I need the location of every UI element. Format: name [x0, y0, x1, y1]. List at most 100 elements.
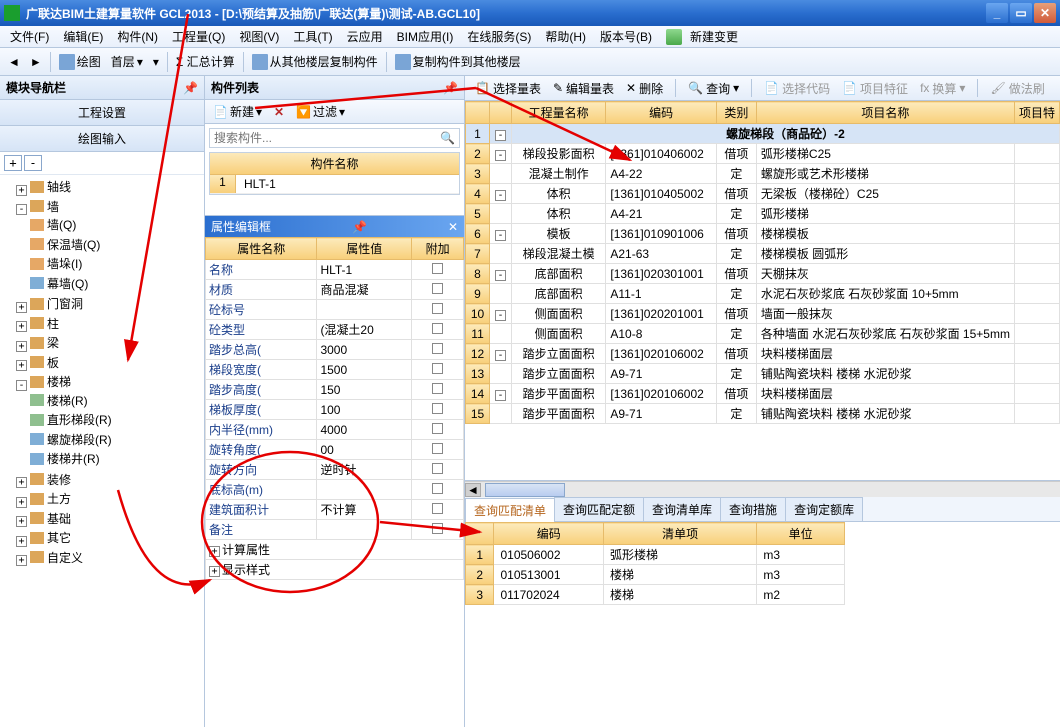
prop-extra-check[interactable]: [412, 380, 464, 400]
prop-value[interactable]: 00: [317, 440, 412, 460]
quantity-row[interactable]: 5体积A4-21定弧形楼梯: [466, 204, 1060, 224]
tree-toggle[interactable]: +: [16, 516, 27, 527]
prop-extra-check[interactable]: [412, 280, 464, 300]
search-box[interactable]: 🔍: [209, 128, 460, 148]
property-row[interactable]: 备注: [206, 520, 464, 540]
quantity-row[interactable]: 6-模板[1361]010901006借项楼梯模板: [466, 224, 1060, 244]
prop-value[interactable]: 3000: [317, 340, 412, 360]
menu-quantity[interactable]: 工程量(Q): [166, 26, 231, 47]
row-toggle[interactable]: [490, 244, 512, 264]
tree-column[interactable]: 柱: [30, 315, 59, 332]
prop-extra-check[interactable]: [412, 480, 464, 500]
row-toggle[interactable]: -: [490, 264, 512, 284]
row-toggle[interactable]: -: [490, 344, 512, 364]
prop-extra-check[interactable]: [412, 500, 464, 520]
prop-extra-check[interactable]: [412, 520, 464, 540]
property-row[interactable]: 踏步总高(3000: [206, 340, 464, 360]
menu-online[interactable]: 在线服务(S): [461, 26, 537, 47]
tree-toggle[interactable]: +: [16, 360, 27, 371]
tree-deco[interactable]: 装修: [30, 471, 71, 488]
row-toggle[interactable]: -: [490, 144, 512, 164]
quantity-row[interactable]: 3混凝土制作A4-22定螺旋形或艺术形楼梯: [466, 164, 1060, 184]
quantity-row[interactable]: 9底部面积A11-1定水泥石灰砂浆底 石灰砂浆面 10+5mm: [466, 284, 1060, 304]
prop-value[interactable]: 4000: [317, 420, 412, 440]
property-row[interactable]: 建筑面积计不计算: [206, 500, 464, 520]
match-row[interactable]: 1010506002弧形楼梯m3: [466, 545, 845, 565]
tree-custom[interactable]: 自定义: [30, 549, 83, 566]
property-row[interactable]: 底标高(m): [206, 480, 464, 500]
quantity-row[interactable]: 14-踏步平面面积[1361]020106002借项块料楼梯面层: [466, 384, 1060, 404]
prop-extra-check[interactable]: [412, 340, 464, 360]
menu-view[interactable]: 视图(V): [233, 26, 285, 47]
method-brush-button[interactable]: 🖌做法刷: [986, 80, 1048, 97]
prop-value[interactable]: [317, 480, 412, 500]
tree-slab[interactable]: 板: [30, 354, 59, 371]
calc-prop-label[interactable]: 计算属性: [222, 543, 270, 557]
menu-file[interactable]: 文件(F): [4, 26, 55, 47]
match-row[interactable]: 2010513001楼梯m3: [466, 565, 845, 585]
tree-well[interactable]: 楼梯井(R): [30, 450, 100, 467]
match-row[interactable]: 3011702024楼梯m2: [466, 585, 845, 605]
tree-axis[interactable]: 轴线: [30, 178, 71, 195]
menu-bim[interactable]: BIM应用(I): [391, 26, 460, 47]
quantity-row[interactable]: 10-侧面面积[1361]020201001借项墙面一般抹灰: [466, 304, 1060, 324]
property-row[interactable]: 旋转方向逆时针: [206, 460, 464, 480]
pin-icon[interactable]: 📌: [352, 220, 367, 234]
component-name[interactable]: HLT-1: [236, 175, 459, 193]
property-row[interactable]: 踏步高度(150: [206, 380, 464, 400]
tree-wall[interactable]: 墙: [30, 198, 59, 215]
edit-table-button[interactable]: ✎编辑量表: [549, 80, 618, 97]
toolbar-nav-prev[interactable]: ◄: [4, 53, 24, 71]
row-toggle[interactable]: [490, 364, 512, 384]
quantity-row[interactable]: 12-踏步立面面积[1361]020106002借项块料楼梯面层: [466, 344, 1060, 364]
menu-new-change[interactable]: 新建变更: [660, 26, 750, 48]
pin-icon[interactable]: 📌: [443, 81, 458, 95]
scroll-left-button[interactable]: ◄: [465, 483, 481, 497]
prop-extra-check[interactable]: [412, 460, 464, 480]
prop-extra-check[interactable]: [412, 300, 464, 320]
property-row[interactable]: 砼类型(混凝土20: [206, 320, 464, 340]
row-toggle[interactable]: [490, 164, 512, 184]
tree-beam[interactable]: 梁: [30, 334, 59, 351]
prop-value[interactable]: 逆时针: [317, 460, 412, 480]
row-toggle[interactable]: [490, 324, 512, 344]
property-row[interactable]: 材质商品混凝: [206, 280, 464, 300]
scroll-thumb[interactable]: [485, 483, 565, 497]
close-button[interactable]: ✕: [1034, 3, 1056, 23]
collapse-all-button[interactable]: -: [24, 155, 42, 171]
tree-toggle[interactable]: +: [16, 536, 27, 547]
prop-extra-check[interactable]: [412, 400, 464, 420]
property-row[interactable]: 梯板厚度(100: [206, 400, 464, 420]
quantity-row[interactable]: 8-底部面积[1361]020301001借项天棚抹灰: [466, 264, 1060, 284]
search-input[interactable]: [214, 131, 440, 145]
tree-toggle[interactable]: -: [16, 380, 27, 391]
query-button[interactable]: 🔍查询 ▾: [684, 80, 743, 97]
quantity-row[interactable]: 11侧面面积A10-8定各种墙面 水泥石灰砂浆底 石灰砂浆面 15+5mm: [466, 324, 1060, 344]
tree-foundation[interactable]: 基础: [30, 510, 71, 527]
prop-extra-check[interactable]: [412, 360, 464, 380]
tree-stair-r[interactable]: 楼梯(R): [30, 392, 88, 409]
tree-pier[interactable]: 墙垛(I): [30, 255, 82, 272]
prop-extra-check[interactable]: [412, 420, 464, 440]
menu-edit[interactable]: 编辑(E): [57, 26, 109, 47]
property-row[interactable]: 内半径(mm)4000: [206, 420, 464, 440]
toolbar-layer[interactable]: 首层 ▾: [107, 51, 147, 72]
pin-icon[interactable]: 📌: [183, 81, 198, 95]
row-toggle[interactable]: -: [490, 304, 512, 324]
prop-value[interactable]: 150: [317, 380, 412, 400]
property-row[interactable]: 旋转角度(00: [206, 440, 464, 460]
quantity-row[interactable]: 2-梯段投影面积[1361]010406002借项弧形楼梯C25: [466, 144, 1060, 164]
tree-toggle[interactable]: +: [16, 555, 27, 566]
toolbar-sum[interactable]: Σ 汇总计算: [172, 51, 239, 72]
prop-extra-check[interactable]: [412, 260, 464, 280]
row-toggle[interactable]: -: [490, 384, 512, 404]
prop-value[interactable]: (混凝土20: [317, 320, 412, 340]
horizontal-scrollbar[interactable]: ◄: [465, 481, 1060, 497]
property-row[interactable]: 梯段宽度(1500: [206, 360, 464, 380]
acc-project-setting[interactable]: 工程设置: [0, 100, 204, 126]
property-row[interactable]: 砼标号: [206, 300, 464, 320]
toolbar-dd1[interactable]: ▾: [149, 53, 163, 71]
search-icon[interactable]: 🔍: [440, 131, 455, 145]
disp-style-label[interactable]: 显示样式: [222, 563, 270, 577]
quantity-row[interactable]: 13踏步立面面积A9-71定铺贴陶瓷块料 楼梯 水泥砂浆: [466, 364, 1060, 384]
